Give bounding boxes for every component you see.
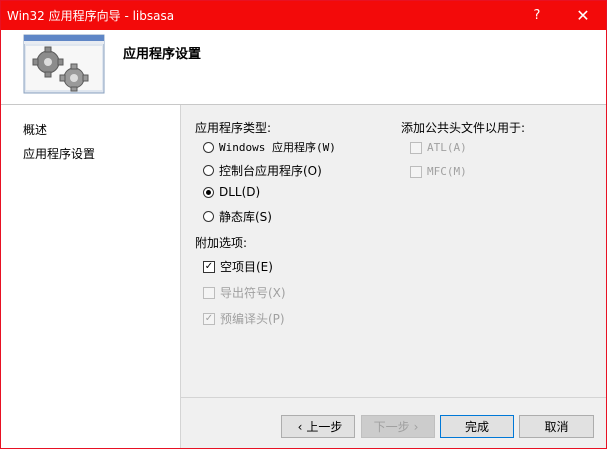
header-title: 应用程序设置: [123, 47, 202, 62]
radio-indicator: [203, 186, 214, 198]
wizard-gears-icon: [18, 32, 106, 96]
help-icon: ?: [533, 8, 541, 23]
radio-label: 控制台应用程序(O): [219, 164, 322, 178]
checkbox-label: 空项目(E): [220, 260, 273, 274]
cancel-button[interactable]: 取消: [519, 415, 594, 438]
prev-button-label: 上一步: [306, 420, 343, 434]
checkbox-indicator: ✓: [203, 260, 215, 273]
checkbox-indicator: [203, 286, 215, 299]
checkbox-export-symbols: 导出符号(X): [203, 284, 286, 301]
checkbox-label: MFC(M): [427, 165, 467, 178]
common-headers-label: 添加公共头文件以用于:: [401, 121, 526, 135]
cancel-button-label: 取消: [544, 420, 569, 434]
checkbox-label: 预编译头(P): [220, 312, 285, 326]
help-button[interactable]: ?: [514, 1, 560, 30]
radio-indicator: [203, 165, 214, 176]
radio-indicator: [203, 141, 214, 153]
title-bar[interactable]: Win32 应用程序向导 - libsasa ? ✕: [1, 1, 606, 30]
sidebar-item-overview[interactable]: 概述: [23, 121, 47, 138]
radio-windows-app[interactable]: Windows 应用程序(W): [203, 139, 336, 155]
radio-label: 静态库(S): [219, 210, 272, 224]
radio-console-app[interactable]: 控制台应用程序(O): [203, 162, 322, 179]
checkbox-indicator: [410, 141, 422, 154]
checkbox-mfc: MFC(M): [410, 165, 467, 178]
next-button-label: 下一步: [373, 420, 410, 434]
prev-button[interactable]: ‹ 上一步: [281, 415, 355, 438]
next-button: 下一步 ›: [361, 415, 435, 438]
checkbox-precompiled-header: ✓ 预编译头(P): [203, 310, 285, 327]
checkbox-atl: ATL(A): [410, 141, 467, 154]
window-title: Win32 应用程序向导 - libsasa: [7, 9, 175, 23]
wizard-window: Win32 应用程序向导 - libsasa ? ✕ 应用程序设置 概述 应用程…: [0, 0, 607, 449]
radio-static-lib[interactable]: 静态库(S): [203, 208, 272, 225]
finish-button-label: 完成: [464, 420, 489, 434]
close-button[interactable]: ✕: [560, 1, 606, 30]
extra-options-label: 附加选项:: [195, 236, 248, 250]
sidebar: 概述 应用程序设置: [1, 105, 181, 448]
chevron-right-icon: ›: [413, 419, 419, 434]
radio-label: DLL(D): [219, 185, 261, 199]
checkbox-label: 导出符号(X): [220, 286, 286, 300]
radio-dll[interactable]: DLL(D): [203, 185, 260, 199]
checkbox-indicator: ✓: [203, 312, 215, 325]
checkbox-label: ATL(A): [427, 141, 467, 154]
app-type-label: 应用程序类型:: [195, 121, 272, 135]
settings-panel: 应用程序类型: Windows 应用程序(W) 控制台应用程序(O) DLL(D…: [181, 105, 606, 397]
checkbox-indicator: [410, 165, 422, 178]
finish-button[interactable]: 完成: [440, 415, 514, 438]
wizard-header: 应用程序设置: [1, 30, 606, 105]
radio-label: Windows 应用程序(W): [219, 141, 336, 154]
radio-indicator: [203, 211, 214, 222]
close-icon: ✕: [576, 6, 590, 25]
chevron-left-icon: ‹: [297, 419, 303, 434]
sidebar-item-app-settings[interactable]: 应用程序设置: [23, 145, 95, 162]
checkbox-empty-project[interactable]: ✓ 空项目(E): [203, 258, 273, 275]
footer-separator: [181, 397, 606, 398]
